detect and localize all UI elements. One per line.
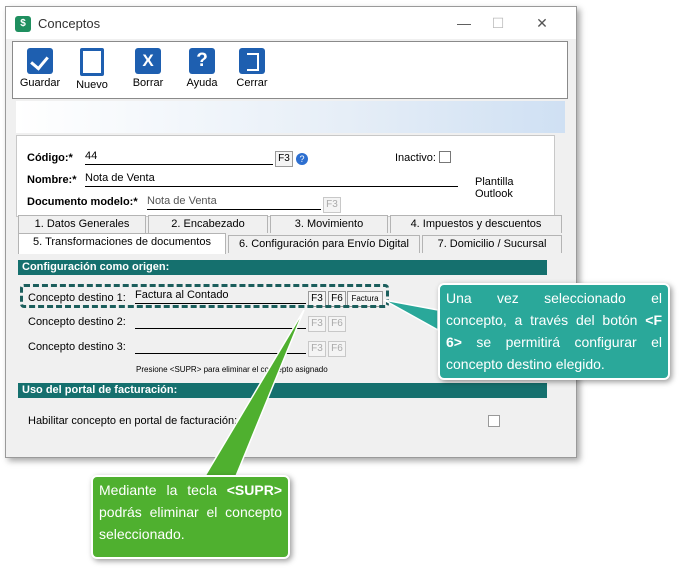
bottom-callout-text: Mediante la tecla xyxy=(99,482,227,498)
bottom-callout-key: <SUPR> xyxy=(226,482,282,498)
bottom-callout-pointer xyxy=(203,309,305,477)
bottom-callout: Mediante la tecla <SUPR> podrás eliminar… xyxy=(91,475,290,559)
right-callout: Una vez seleccionado el concepto, a trav… xyxy=(438,283,670,380)
bottom-callout-text-end: podrás eliminar el concepto seleccionado… xyxy=(99,504,282,542)
right-callout-pointer xyxy=(383,299,439,332)
right-callout-text-end: se permitirá configurar el concepto dest… xyxy=(446,334,662,372)
right-callout-text: Una vez seleccionado el concepto, a trav… xyxy=(446,290,662,328)
